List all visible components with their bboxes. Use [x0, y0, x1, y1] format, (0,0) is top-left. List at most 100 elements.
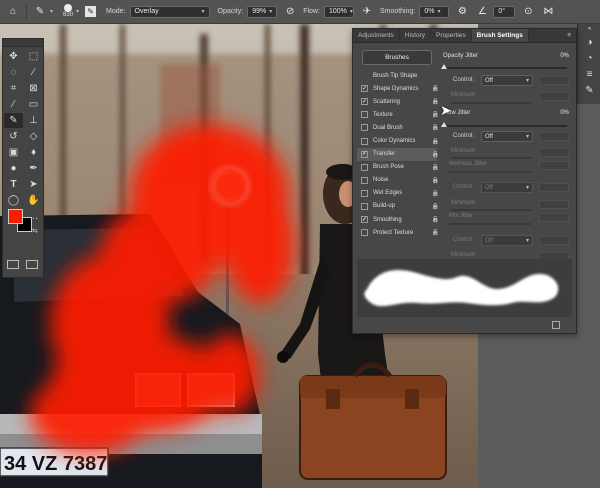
lock-icon[interactable]: 🔒 — [432, 138, 439, 145]
dodge-tool[interactable]: ● — [4, 161, 23, 176]
angle-input[interactable]: 0° — [493, 5, 516, 18]
brush-settings-toggle[interactable]: ✎ — [85, 6, 97, 17]
shape-tool[interactable]: ◯ — [4, 193, 23, 208]
new-brush-button[interactable] — [552, 321, 560, 329]
magic-wand-tool[interactable]: ⁄ — [24, 65, 43, 80]
brush-option-checkbox[interactable] — [361, 189, 368, 197]
brush-option-item[interactable]: Wet Edges 🔒 — [357, 187, 439, 200]
lock-icon[interactable]: 🔒 — [432, 85, 439, 92]
brush-preset-picker[interactable]: 630 — [63, 4, 73, 19]
brush-option-item[interactable]: Noise 🔒 — [357, 174, 439, 187]
opacity-jitter-value[interactable]: 0% — [560, 53, 569, 59]
quick-mask-button[interactable] — [7, 260, 19, 269]
tab-brush-settings[interactable]: Brush Settings — [471, 29, 529, 42]
tools-panel-header[interactable] — [3, 39, 43, 47]
healing-brush-tool[interactable]: ▭ — [24, 97, 43, 112]
screen-mode-button[interactable] — [26, 260, 38, 269]
lock-icon[interactable]: 🔒 — [432, 151, 439, 158]
frame-tool[interactable]: ⊠ — [24, 81, 43, 96]
brush-option-item[interactable]: Dual Brush 🔒 — [357, 121, 439, 134]
dock-brush-settings-button[interactable]: ✎ — [578, 82, 600, 98]
brush-option-item[interactable]: Color Dynamics 🔒 — [357, 134, 439, 147]
marquee-tool[interactable]: ⬚ — [24, 49, 43, 64]
dock-collapse-button[interactable]: « — [578, 24, 600, 34]
opacity-input[interactable]: 99% ▾ — [247, 5, 278, 18]
brush-option-item[interactable]: Build-up 🔒 — [357, 200, 439, 213]
control-dropdown-1[interactable]: Off ▾ — [481, 75, 533, 86]
dock-history-button[interactable]: ◔ — [578, 50, 600, 66]
brush-option-item[interactable]: Protect Texture 🔒 — [357, 226, 439, 239]
brush-option-checkbox[interactable] — [361, 163, 368, 171]
lock-icon[interactable]: 🔒 — [432, 177, 439, 184]
mode-select[interactable]: Overlay ▾ — [129, 5, 210, 18]
chevron-down-icon[interactable]: ▾ — [76, 8, 79, 15]
dock-properties-button[interactable]: ≡ — [578, 66, 600, 82]
brush-option-checkbox[interactable]: ✓ — [361, 216, 368, 224]
control-dropdown-2[interactable]: Off ▾ — [481, 131, 533, 142]
brush-option-checkbox[interactable]: ✓ — [361, 85, 368, 93]
move-tool[interactable]: ✥ — [4, 49, 23, 64]
brush-option-checkbox[interactable] — [361, 124, 368, 132]
symmetry-button[interactable]: ⋈ — [541, 5, 555, 19]
brush-option-checkbox[interactable] — [361, 137, 368, 145]
tab-adjustments[interactable]: Adjustments — [353, 29, 400, 42]
lock-icon[interactable]: 🔒 — [432, 164, 439, 171]
flow-input[interactable]: 100% ▾ — [323, 5, 354, 18]
brush-option-checkbox[interactable]: ✓ — [361, 98, 368, 106]
eraser-tool[interactable]: ◇ — [24, 129, 43, 144]
tab-history[interactable]: History — [400, 29, 432, 42]
smoothing-input[interactable]: 0% ▾ — [419, 5, 450, 18]
brush-option-item[interactable]: ✓ Transfer 🔒 — [357, 147, 439, 161]
brush-option-item[interactable]: Brush Tip Shape — [357, 69, 437, 82]
eyedropper-tool[interactable]: ⁄ — [4, 97, 23, 112]
opacity-jitter-slider[interactable] — [443, 67, 567, 69]
dock-adjustments-button[interactable]: ◑ — [578, 34, 600, 50]
hand-tool[interactable]: ✋ — [24, 193, 43, 208]
brush-option-item[interactable]: ✓ Scattering 🔒 — [357, 95, 439, 108]
pressure-size-toggle[interactable]: ⊙ — [521, 5, 535, 19]
pen-tool[interactable]: ✒ — [24, 161, 43, 176]
angle-control[interactable]: ∠ 0° — [475, 5, 516, 19]
brush-option-item[interactable]: Texture 🔒 — [357, 108, 439, 121]
lock-icon[interactable]: 🔒 — [432, 111, 439, 118]
tab-properties[interactable]: Properties — [431, 29, 472, 42]
pressure-opacity-toggle[interactable]: ⊘ — [283, 5, 297, 19]
flow-jitter-slider-knob[interactable] — [441, 122, 447, 127]
flow-jitter-value[interactable]: 0% — [560, 110, 569, 116]
brush-option-checkbox[interactable] — [361, 111, 368, 119]
lasso-tool[interactable]: ◌ — [4, 65, 23, 80]
brush-option-item[interactable]: Brush Pose 🔒 — [357, 161, 439, 174]
panel-menu-button[interactable]: ≡ — [562, 29, 576, 42]
airbrush-toggle[interactable]: ✈ — [360, 5, 374, 19]
flow-jitter-slider[interactable] — [443, 125, 567, 127]
wetness-jitter-value-box — [539, 161, 569, 170]
brush-tool-preset-picker[interactable]: ✎ ▾ — [33, 5, 53, 19]
brush-option-item[interactable]: ✓ Smoothing 🔒 — [357, 213, 439, 226]
brush-option-checkbox[interactable]: ✓ — [361, 150, 368, 158]
brush-option-checkbox[interactable] — [361, 176, 368, 184]
lock-icon[interactable]: 🔒 — [432, 203, 439, 210]
crop-tool[interactable]: ⌗ — [4, 81, 23, 96]
brush-option-item[interactable]: ✓ Shape Dynamics 🔒 — [357, 82, 439, 95]
brushes-button[interactable]: Brushes — [362, 50, 432, 65]
type-tool[interactable]: T — [4, 177, 23, 192]
gradient-tool[interactable]: ▣ — [4, 145, 23, 160]
home-button[interactable]: ⌂ — [6, 5, 20, 19]
brush-tool[interactable]: ✎ — [4, 113, 23, 128]
smoothing-options-button[interactable]: ⚙ — [455, 5, 469, 19]
opacity-jitter-slider-knob[interactable] — [441, 64, 447, 69]
history-brush-tool[interactable]: ↺ — [4, 129, 23, 144]
foreground-color-swatch[interactable] — [8, 209, 23, 224]
brush-option-checkbox[interactable] — [361, 202, 368, 210]
lock-icon[interactable]: 🔒 — [432, 229, 439, 236]
chevron-down-icon: ▾ — [269, 9, 273, 15]
lock-icon[interactable]: 🔒 — [432, 124, 439, 131]
lock-icon[interactable]: 🔒 — [432, 190, 439, 197]
lock-icon[interactable]: 🔒 — [432, 98, 439, 105]
brush-option-checkbox[interactable] — [361, 229, 368, 237]
path-selection-tool[interactable]: ➤ — [24, 177, 43, 192]
lock-icon[interactable]: 🔒 — [432, 216, 439, 223]
clone-stamp-tool[interactable]: ⊥ — [24, 113, 43, 128]
swap-colors-button[interactable]: ⇆ — [32, 227, 38, 235]
blur-tool[interactable]: ♦ — [24, 145, 43, 160]
